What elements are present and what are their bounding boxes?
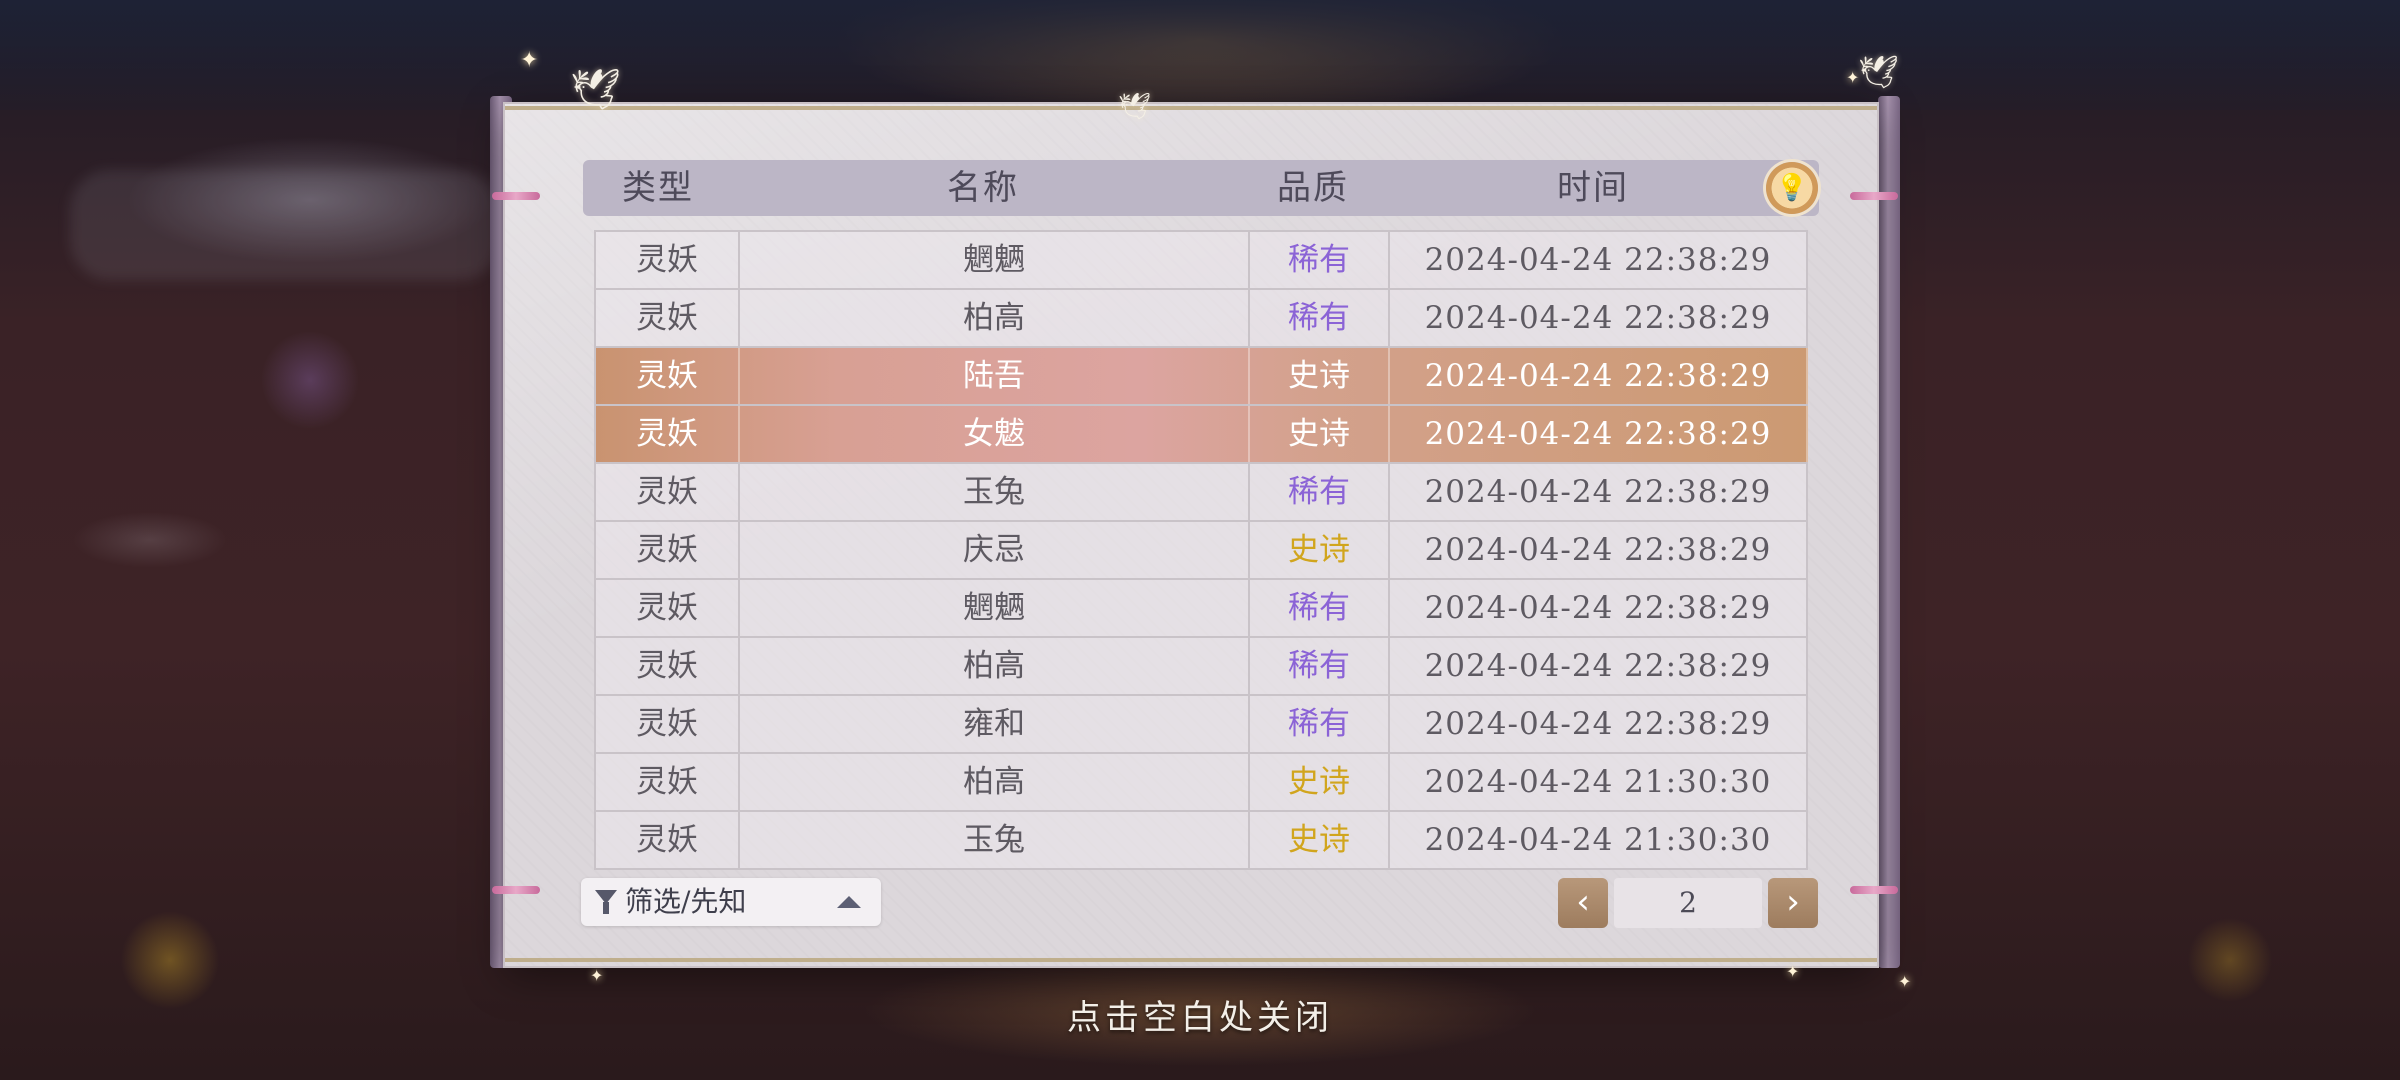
- cell-type: 灵妖: [596, 232, 740, 288]
- page-number[interactable]: 2: [1614, 878, 1762, 928]
- sparkle-icon: ✦: [1846, 68, 1860, 87]
- cell-name: 柏高: [740, 290, 1250, 346]
- prev-page-button[interactable]: ‹: [1558, 878, 1608, 928]
- cell-quality: 史诗: [1250, 406, 1390, 462]
- cell-time: 2024-04-24 22:38:29: [1390, 638, 1808, 694]
- cell-type: 灵妖: [596, 812, 740, 868]
- cell-time: 2024-04-24 22:38:29: [1390, 348, 1808, 404]
- cell-time: 2024-04-24 22:38:29: [1390, 290, 1808, 346]
- scroll-bottom-edge: [505, 958, 1877, 962]
- scroll-top-edge: [505, 106, 1877, 110]
- cell-quality: 稀有: [1250, 464, 1390, 520]
- cell-name: 玉兔: [740, 812, 1250, 868]
- sparkle-icon: ✦: [520, 48, 539, 73]
- sparkle-icon: ✦: [1786, 962, 1800, 981]
- cell-quality: 稀有: [1250, 696, 1390, 752]
- cell-type: 灵妖: [596, 580, 740, 636]
- cell-quality: 稀有: [1250, 580, 1390, 636]
- cell-type: 灵妖: [596, 696, 740, 752]
- cell-time: 2024-04-24 22:38:29: [1390, 696, 1808, 752]
- header-time: 时间: [1557, 168, 1629, 208]
- header-quality: 品质: [1277, 168, 1349, 208]
- table-row-highlighted: 灵妖 陆吾 史诗 2024-04-24 22:38:29: [596, 348, 1808, 406]
- scroll-pin-icon: [1850, 886, 1898, 894]
- header-type: 类型: [622, 168, 694, 208]
- record-table: 灵妖 魍魉 稀有 2024-04-24 22:38:29 灵妖 柏高 稀有 20…: [594, 230, 1808, 870]
- cell-name: 玉兔: [740, 464, 1250, 520]
- cell-quality: 稀有: [1250, 232, 1390, 288]
- tip-button[interactable]: 💡: [1766, 162, 1818, 214]
- cell-name: 庆忌: [740, 522, 1250, 578]
- cell-quality: 稀有: [1250, 638, 1390, 694]
- header-name: 名称: [947, 168, 1019, 208]
- next-page-button[interactable]: ›: [1768, 878, 1818, 928]
- caret-up-icon: [837, 896, 861, 908]
- table-row-highlighted: 灵妖 女魃 史诗 2024-04-24 22:38:29: [596, 406, 1808, 464]
- scroll-pin-icon: [492, 192, 540, 200]
- table-row: 灵妖 玉兔 稀有 2024-04-24 22:38:29: [596, 464, 1808, 522]
- scroll-pin-icon: [492, 886, 540, 894]
- table-row: 灵妖 庆忌 史诗 2024-04-24 22:38:29: [596, 522, 1808, 580]
- cell-time: 2024-04-24 22:38:29: [1390, 464, 1808, 520]
- table-row: 灵妖 魍魉 稀有 2024-04-24 22:38:29: [596, 580, 1808, 638]
- table-row: 灵妖 玉兔 史诗 2024-04-24 21:30:30: [596, 812, 1808, 870]
- swallow-bird-icon: 🕊: [1118, 92, 1152, 122]
- cell-name: 柏高: [740, 638, 1250, 694]
- table-row: 灵妖 柏高 稀有 2024-04-24 22:38:29: [596, 290, 1808, 348]
- cell-time: 2024-04-24 21:30:30: [1390, 812, 1808, 868]
- table-row: 灵妖 柏高 史诗 2024-04-24 21:30:30: [596, 754, 1808, 812]
- cell-time: 2024-04-24 22:38:29: [1390, 580, 1808, 636]
- cell-name: 魍魉: [740, 580, 1250, 636]
- cell-type: 灵妖: [596, 290, 740, 346]
- scroll-rod-right: [1878, 96, 1900, 968]
- cell-type: 灵妖: [596, 638, 740, 694]
- cell-type: 灵妖: [596, 406, 740, 462]
- table-row: 灵妖 魍魉 稀有 2024-04-24 22:38:29: [596, 232, 1808, 290]
- cell-name: 魍魉: [740, 232, 1250, 288]
- cell-quality: 史诗: [1250, 754, 1390, 810]
- table-row: 灵妖 柏高 稀有 2024-04-24 22:38:29: [596, 638, 1808, 696]
- cell-type: 灵妖: [596, 522, 740, 578]
- cell-name: 女魃: [740, 406, 1250, 462]
- lightbulb-icon: 💡: [1775, 173, 1809, 203]
- chevron-right-icon: ›: [1786, 882, 1800, 922]
- sparkle-icon: ✦: [1898, 972, 1912, 991]
- background-blurred-panel: [70, 170, 500, 280]
- cell-time: 2024-04-24 22:38:29: [1390, 522, 1808, 578]
- cell-name: 陆吾: [740, 348, 1250, 404]
- filter-label: 筛选/先知: [625, 885, 747, 918]
- cell-quality: 史诗: [1250, 812, 1390, 868]
- filter-icon: [595, 890, 617, 914]
- table-header: 类型 名称 品质 时间: [583, 160, 1819, 216]
- cell-type: 灵妖: [596, 464, 740, 520]
- cell-type: 灵妖: [596, 754, 740, 810]
- cell-name: 雍和: [740, 696, 1250, 752]
- cell-type: 灵妖: [596, 348, 740, 404]
- swallow-bird-icon: 🕊: [570, 67, 621, 113]
- background-top-bar: [0, 0, 2400, 110]
- table-row: 灵妖 雍和 稀有 2024-04-24 22:38:29: [596, 696, 1808, 754]
- close-hint: 点击空白处关闭: [1067, 998, 1333, 1038]
- cell-time: 2024-04-24 22:38:29: [1390, 406, 1808, 462]
- cell-quality: 稀有: [1250, 290, 1390, 346]
- cell-quality: 史诗: [1250, 522, 1390, 578]
- cell-quality: 史诗: [1250, 348, 1390, 404]
- cell-time: 2024-04-24 22:38:29: [1390, 232, 1808, 288]
- cell-name: 柏高: [740, 754, 1250, 810]
- sparkle-icon: ✦: [590, 966, 604, 985]
- chevron-left-icon: ‹: [1576, 882, 1590, 922]
- scroll-pin-icon: [1850, 192, 1898, 200]
- cell-time: 2024-04-24 21:30:30: [1390, 754, 1808, 810]
- filter-dropdown[interactable]: 筛选/先知: [581, 878, 881, 926]
- swallow-bird-icon: 🕊: [1858, 53, 1899, 91]
